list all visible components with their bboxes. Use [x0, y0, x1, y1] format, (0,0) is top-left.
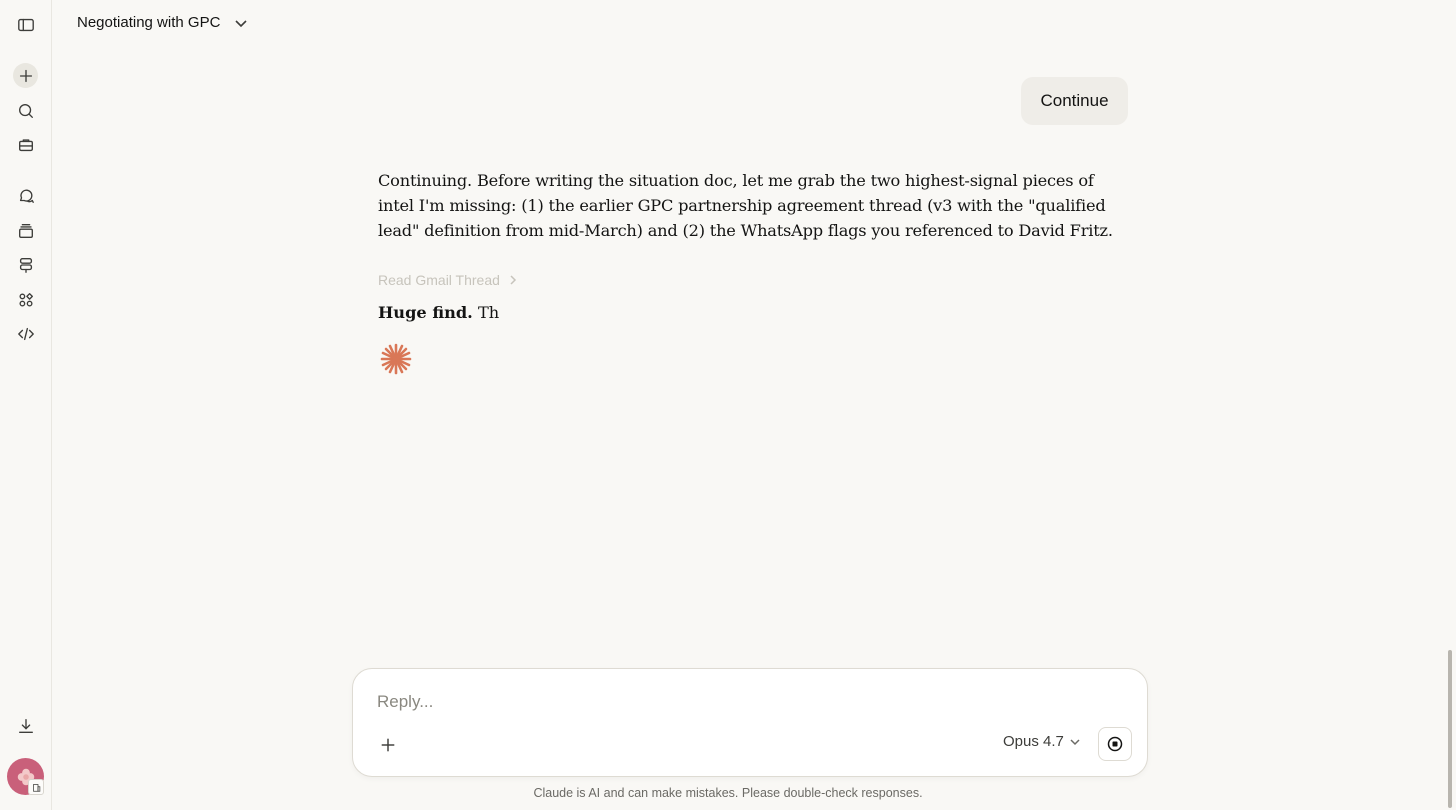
conversation-title-text: Negotiating with GPC	[77, 14, 221, 31]
user-message: Continue	[1021, 77, 1128, 125]
projects-icon[interactable]	[13, 218, 38, 243]
plus-icon	[19, 69, 32, 82]
stop-icon	[1107, 736, 1123, 752]
plus-icon	[381, 738, 395, 752]
streaming-rest-text: Th	[472, 303, 500, 322]
briefcase-icon[interactable]	[13, 132, 38, 157]
reply-composer: Opus 4.7	[352, 668, 1148, 777]
stop-button[interactable]	[1098, 727, 1132, 761]
code-icon[interactable]	[13, 321, 38, 346]
user-message-text: Continue	[1040, 91, 1109, 110]
tool-call-read-gmail-thread[interactable]: Read Gmail Thread	[378, 272, 518, 288]
assistant-streaming-text: Huge find. Th	[378, 303, 499, 322]
chats-icon[interactable]	[13, 183, 38, 208]
sidebar	[0, 0, 52, 810]
download-icon[interactable]	[13, 713, 38, 738]
conversation-title[interactable]: Negotiating with GPC	[77, 14, 248, 31]
new-chat-button[interactable]	[13, 63, 38, 88]
artifacts-icon[interactable]	[13, 287, 38, 312]
model-selector[interactable]: Opus 4.7	[1003, 733, 1080, 750]
streaming-bold-text: Huge find.	[378, 303, 473, 322]
tool-call-label: Read Gmail Thread	[378, 272, 500, 288]
scrollbar[interactable]	[1448, 650, 1452, 808]
search-icon[interactable]	[13, 98, 38, 123]
sidebar-toggle-icon[interactable]	[13, 12, 38, 37]
disclaimer: Claude is AI and can make mistakes. Plea…	[533, 786, 923, 800]
reply-input[interactable]	[375, 691, 1079, 713]
chevron-right-icon	[510, 275, 516, 285]
add-attachment-button[interactable]	[377, 734, 399, 756]
chevron-down-icon	[1070, 738, 1080, 745]
chevron-down-icon	[235, 19, 247, 27]
signpost-icon[interactable]	[13, 252, 38, 277]
assistant-message: Continuing. Before writing the situation…	[378, 171, 1113, 240]
model-name: Opus 4.7	[1003, 733, 1064, 750]
claude-spark-icon	[380, 343, 412, 375]
